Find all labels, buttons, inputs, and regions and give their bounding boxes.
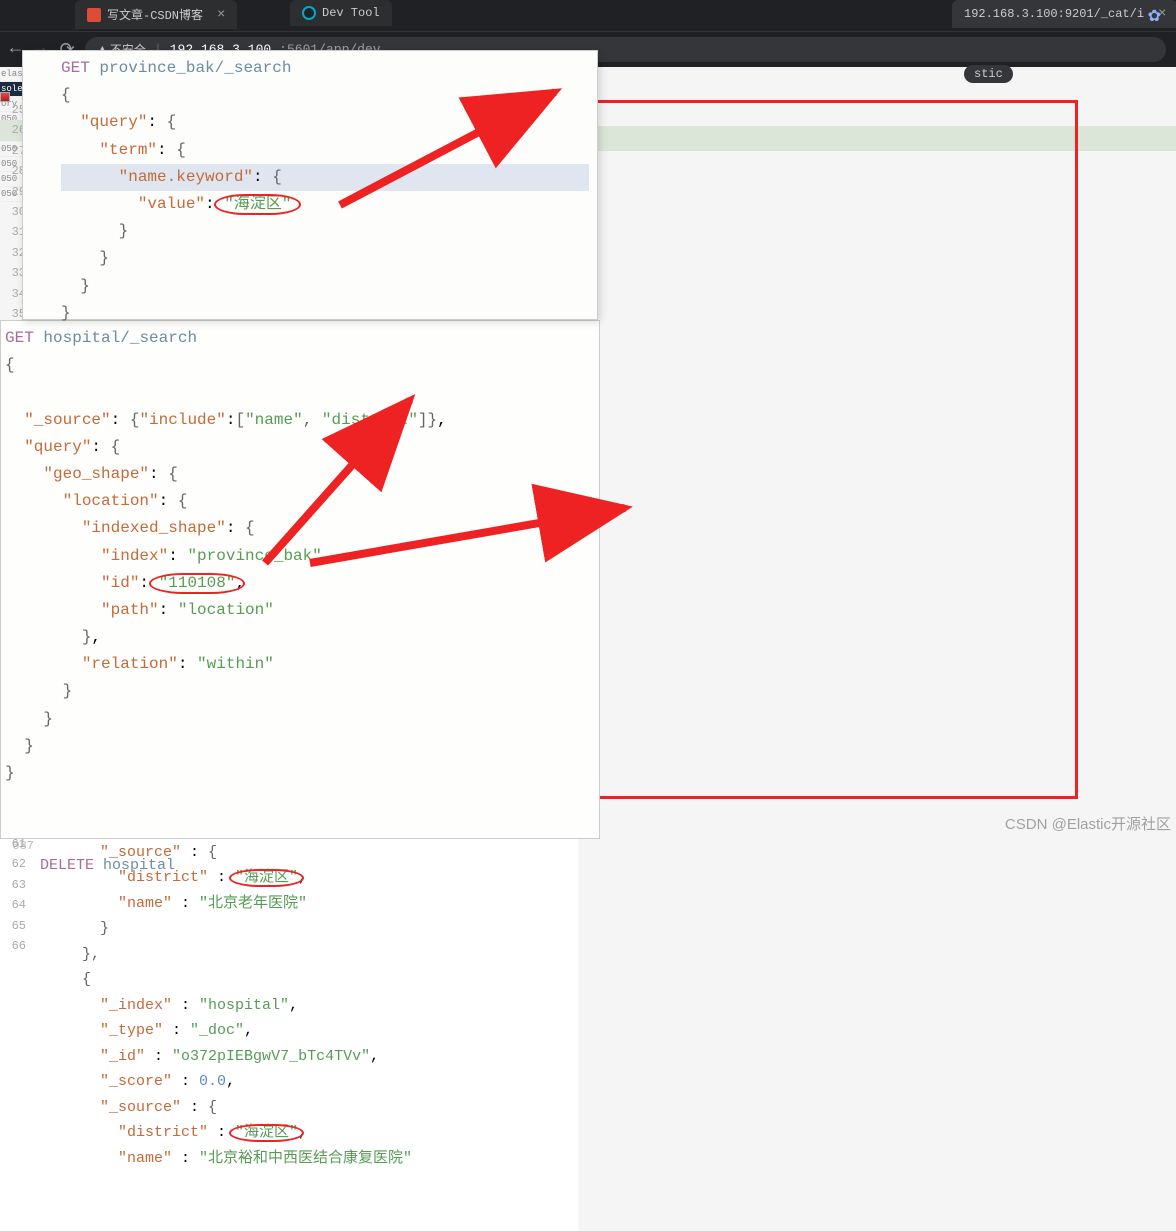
tab2-title: Dev Tool: [322, 6, 380, 20]
value-haidian: "海淀区": [224, 195, 291, 213]
puzzle-icon[interactable]: ✿: [1148, 6, 1161, 26]
back-arrow-icon[interactable]: ←: [10, 39, 21, 61]
query2-pane: GET hospital/_search { "_source": {"incl…: [0, 320, 600, 839]
csdn-icon: [87, 8, 101, 22]
query1-code[interactable]: GET province_bak/_search { "query": { "t…: [23, 51, 597, 327]
tab3-title: 192.168.3.100:9201/_cat/i: [964, 7, 1144, 21]
watermark: CSDN @Elastic开源社区: [1005, 813, 1171, 834]
elastic-pill[interactable]: stic: [964, 65, 1013, 83]
id-110108-2: "110108": [159, 574, 236, 592]
browser-tab-2[interactable]: Dev Tool: [290, 0, 392, 26]
browser-tab-bar: 写文章-CSDN博客 × Dev Tool 192.168.3.100:9201…: [0, 0, 1176, 32]
close-icon[interactable]: ×: [217, 7, 225, 23]
query2-code[interactable]: GET hospital/_search { "_source": {"incl…: [1, 321, 599, 787]
query1-pane: GET province_bak/_search { "query": { "t…: [22, 50, 598, 320]
browser-tab-3[interactable]: 192.168.3.100:9201/_cat/i ×: [952, 0, 1176, 28]
devtool-icon: [302, 6, 316, 20]
browser-tab-1[interactable]: 写文章-CSDN博客 ×: [75, 0, 237, 29]
color-indicator: [0, 92, 14, 106]
tab1-title: 写文章-CSDN博客: [107, 6, 203, 23]
